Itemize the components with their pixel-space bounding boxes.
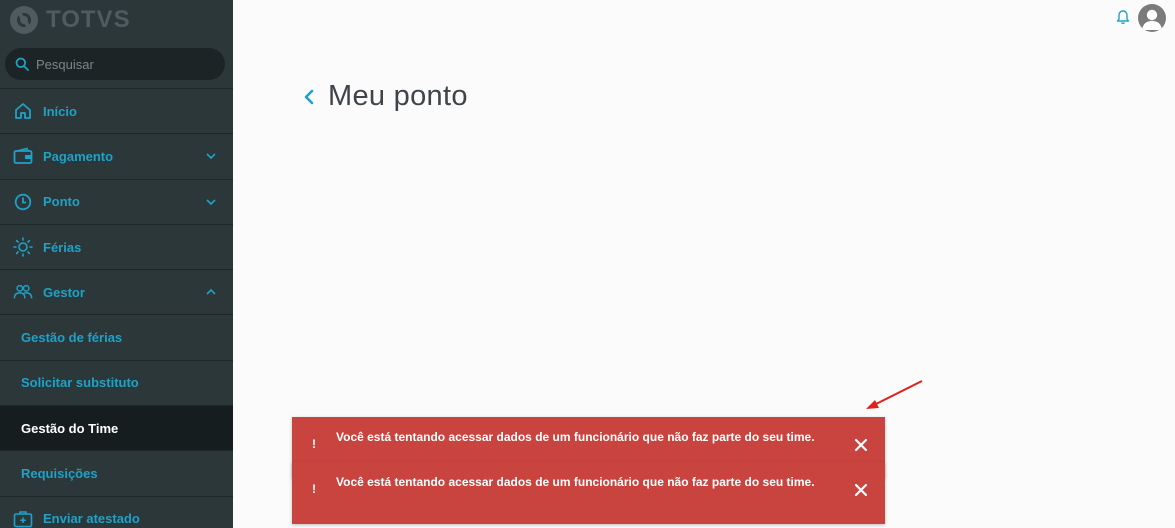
- bell-icon[interactable]: [1116, 9, 1130, 25]
- sidebar-subitem-gestao-de-ferias[interactable]: Gestão de férias: [0, 314, 233, 359]
- sidebar-subitem-gestao-do-time[interactable]: Gestão do Time: [0, 405, 233, 451]
- totvs-logo[interactable]: TOTVS: [0, 0, 233, 40]
- sidebar-item-label: Enviar atestado: [43, 511, 140, 527]
- page-title: Meu ponto: [328, 80, 468, 112]
- logo-text: TOTVS: [46, 6, 131, 33]
- team-icon: [13, 282, 33, 302]
- toast-message: Você está tentando acessar dados de um f…: [336, 430, 815, 444]
- search-input[interactable]: [36, 56, 206, 72]
- avatar[interactable]: [1138, 4, 1166, 32]
- sidebar-item-label: Gestor: [43, 284, 85, 300]
- error-toast: ! Você está tentando acessar dados de um…: [292, 462, 885, 524]
- logo-mark-icon: [10, 6, 38, 34]
- sidebar-subitem-requisicoes[interactable]: Requisições: [0, 450, 233, 495]
- page-header: Meu ponto: [302, 80, 468, 113]
- sidebar-item-label: Solicitar substituto: [21, 375, 139, 391]
- sidebar-item-label: Pagamento: [43, 148, 114, 164]
- toast-message: Você está tentando acessar dados de um f…: [336, 475, 815, 489]
- sidebar-item-label: Gestão de férias: [21, 330, 123, 346]
- sidebar-menu: Início Pagamento Ponto Férias Gestor Ges…: [0, 88, 233, 528]
- sidebar-item-label: Ponto: [43, 194, 80, 210]
- chevron-up-icon: [206, 289, 216, 295]
- search-box[interactable]: [5, 48, 225, 80]
- sidebar-item-label: Férias: [43, 239, 82, 255]
- user-icon: [1142, 9, 1162, 30]
- sidebar-subitem-solicitar-substituto[interactable]: Solicitar substituto: [0, 359, 233, 405]
- close-icon[interactable]: [854, 483, 868, 497]
- annotation-arrow-icon: [866, 380, 923, 409]
- sidebar-item-label: Gestão do Time: [21, 420, 119, 436]
- close-icon[interactable]: [854, 438, 868, 452]
- sidebar-item-label: Requisições: [21, 466, 98, 482]
- sidebar-item-gestor[interactable]: Gestor: [0, 269, 233, 314]
- sidebar-item-ponto[interactable]: Ponto: [0, 178, 233, 224]
- search-icon: [15, 57, 29, 71]
- sidebar-item-pagamento[interactable]: Pagamento: [0, 133, 233, 178]
- wallet-icon: [13, 146, 33, 166]
- sidebar-item-enviar-atestado[interactable]: Enviar atestado: [0, 495, 233, 528]
- sidebar-item-inicio[interactable]: Início: [0, 88, 233, 133]
- home-icon: [13, 101, 33, 121]
- sun-icon: [13, 237, 33, 257]
- sidebar: TOTVS Início Pagamento Ponto: [0, 0, 233, 528]
- sidebar-item-label: Início: [43, 103, 77, 119]
- chevron-down-icon: [206, 153, 216, 160]
- alert-icon: !: [312, 482, 316, 496]
- chevron-down-icon: [206, 199, 216, 205]
- medical-kit-icon: [13, 509, 33, 528]
- sidebar-item-ferias[interactable]: Férias: [0, 223, 233, 269]
- chevron-left-icon[interactable]: [302, 86, 316, 108]
- alert-icon: !: [312, 437, 316, 451]
- clock-icon: [13, 192, 33, 212]
